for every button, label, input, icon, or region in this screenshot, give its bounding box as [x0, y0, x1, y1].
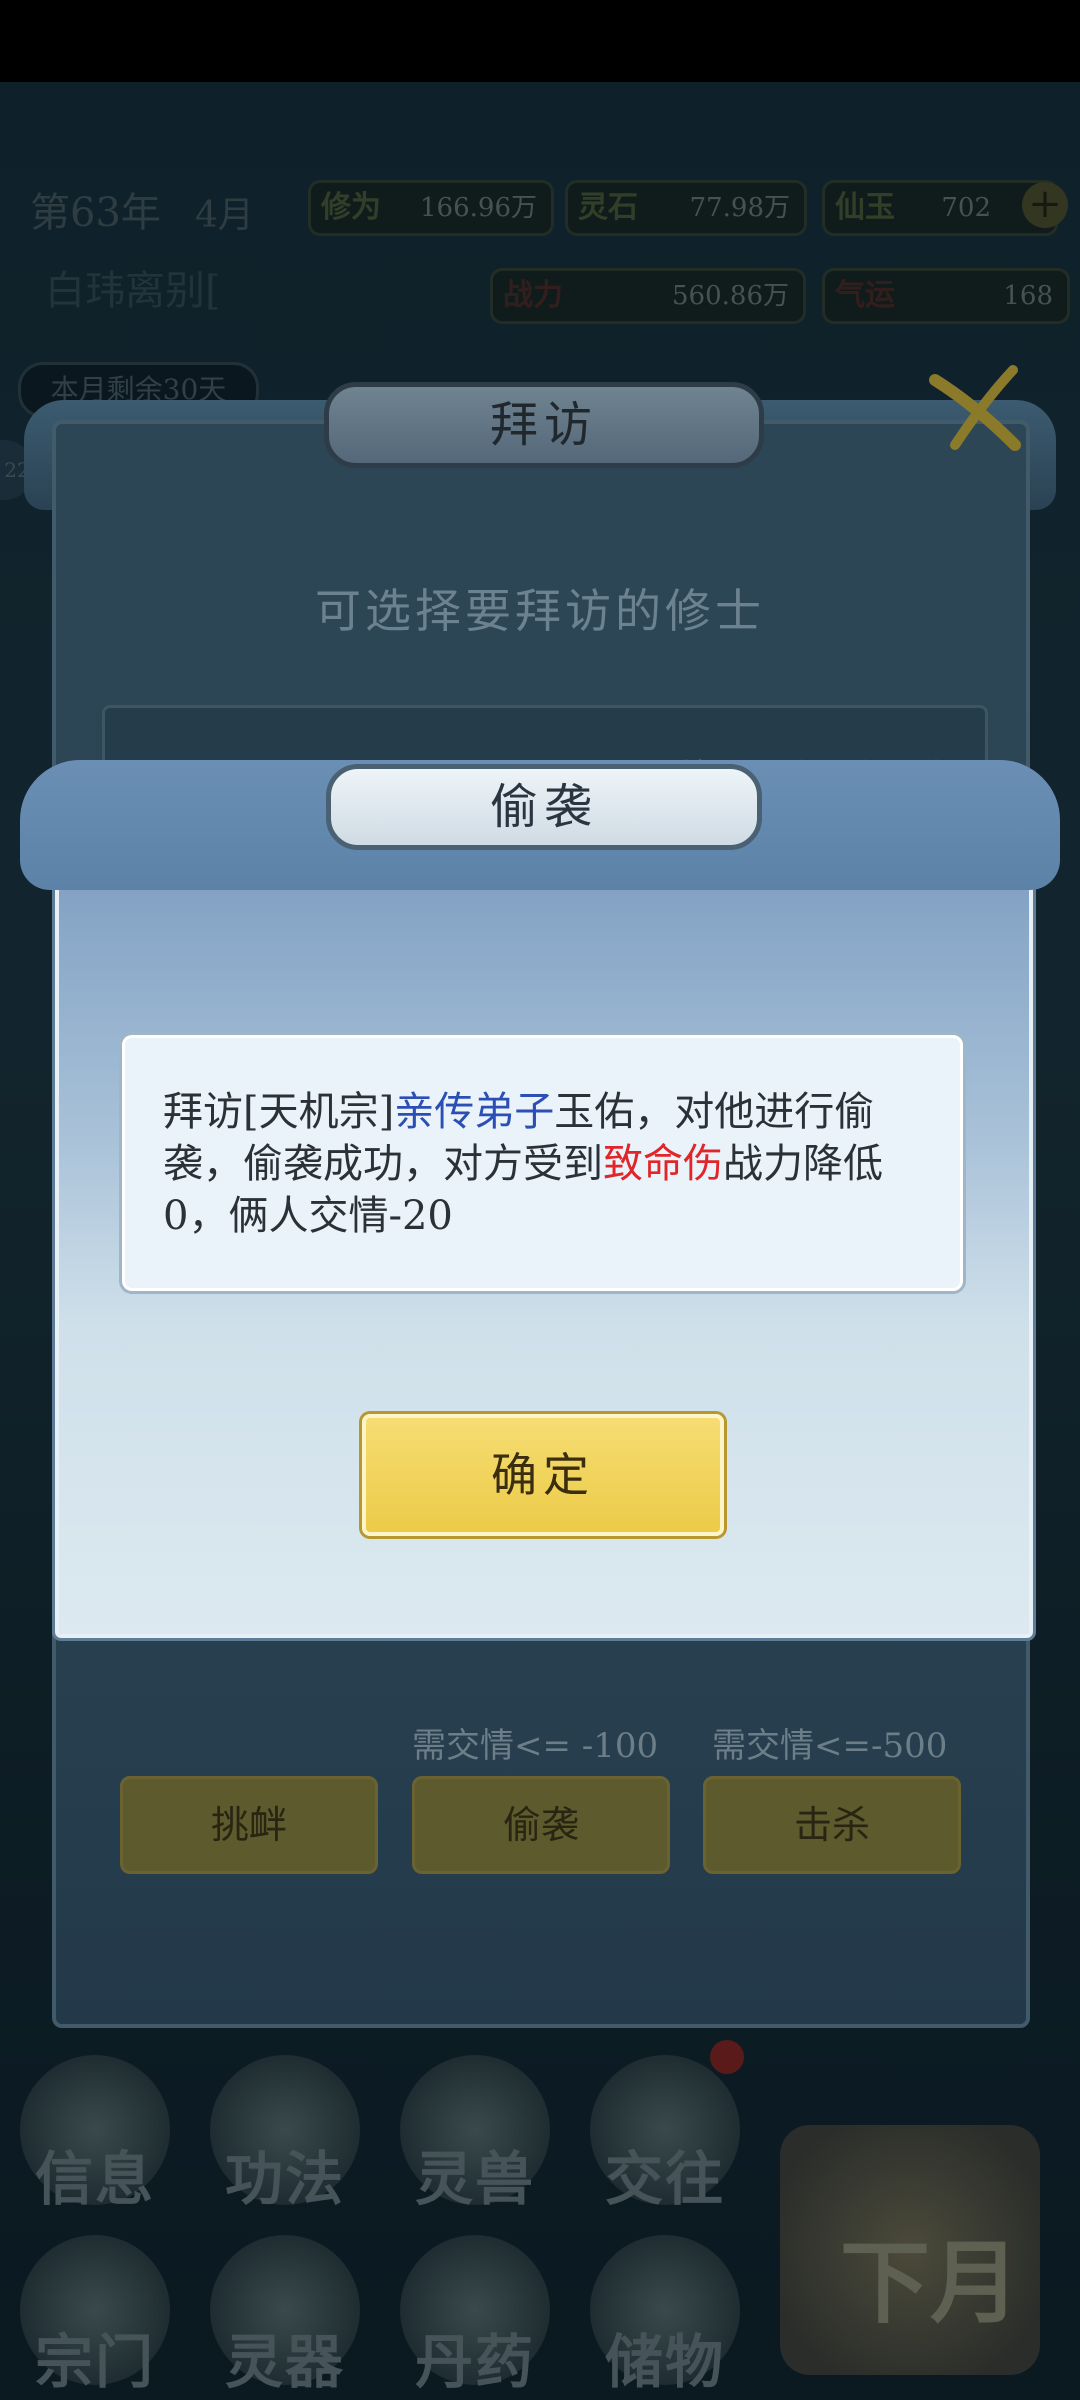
kill-button[interactable]: 击杀 [703, 1776, 961, 1874]
confirm-button[interactable]: 确定 [362, 1414, 724, 1536]
visit-panel-subtitle: 可选择要拜访的修士 [315, 584, 765, 638]
dialog-title: 偷袭 [326, 764, 762, 850]
nav-pill-label[interactable]: 丹药 [415, 2315, 535, 2399]
message-part: 拜访[天机宗] [163, 1089, 395, 1135]
message-text: 拜访[天机宗]亲传弟子玉佑，对他进行偷袭，偷袭成功，对方受到致命伤战力降低0，俩… [163, 1086, 933, 1242]
disciple-rank: 亲传弟子 [394, 1089, 555, 1135]
nav-skills-label[interactable]: 功法 [225, 2132, 345, 2216]
sneak-attack-button[interactable]: 偷袭 [412, 1776, 670, 1874]
nav-beast-label[interactable]: 灵兽 [415, 2132, 535, 2216]
requirement-text: 需交情<= -100 [412, 1726, 659, 1766]
notification-dot [710, 2040, 744, 2074]
close-icon[interactable] [925, 360, 1025, 460]
nav-artifact-label[interactable]: 灵器 [225, 2315, 345, 2399]
nav-social-label[interactable]: 交往 [605, 2132, 725, 2216]
nav-info-label[interactable]: 信息 [35, 2132, 155, 2216]
injury-status: 致命伤 [603, 1141, 723, 1187]
next-month-label[interactable]: 下月 [840, 2210, 1020, 2340]
nav-storage-label[interactable]: 储物 [605, 2315, 725, 2399]
visit-panel-title: 拜访 [324, 382, 764, 468]
provoke-button[interactable]: 挑衅 [120, 1776, 378, 1874]
nav-sect-label[interactable]: 宗门 [35, 2315, 155, 2399]
requirement-text: 需交情<=-500 [712, 1726, 948, 1766]
status-bar [0, 0, 1080, 82]
message-box: 拜访[天机宗]亲传弟子玉佑，对他进行偷袭，偷袭成功，对方受到致命伤战力降低0，俩… [122, 1035, 963, 1291]
